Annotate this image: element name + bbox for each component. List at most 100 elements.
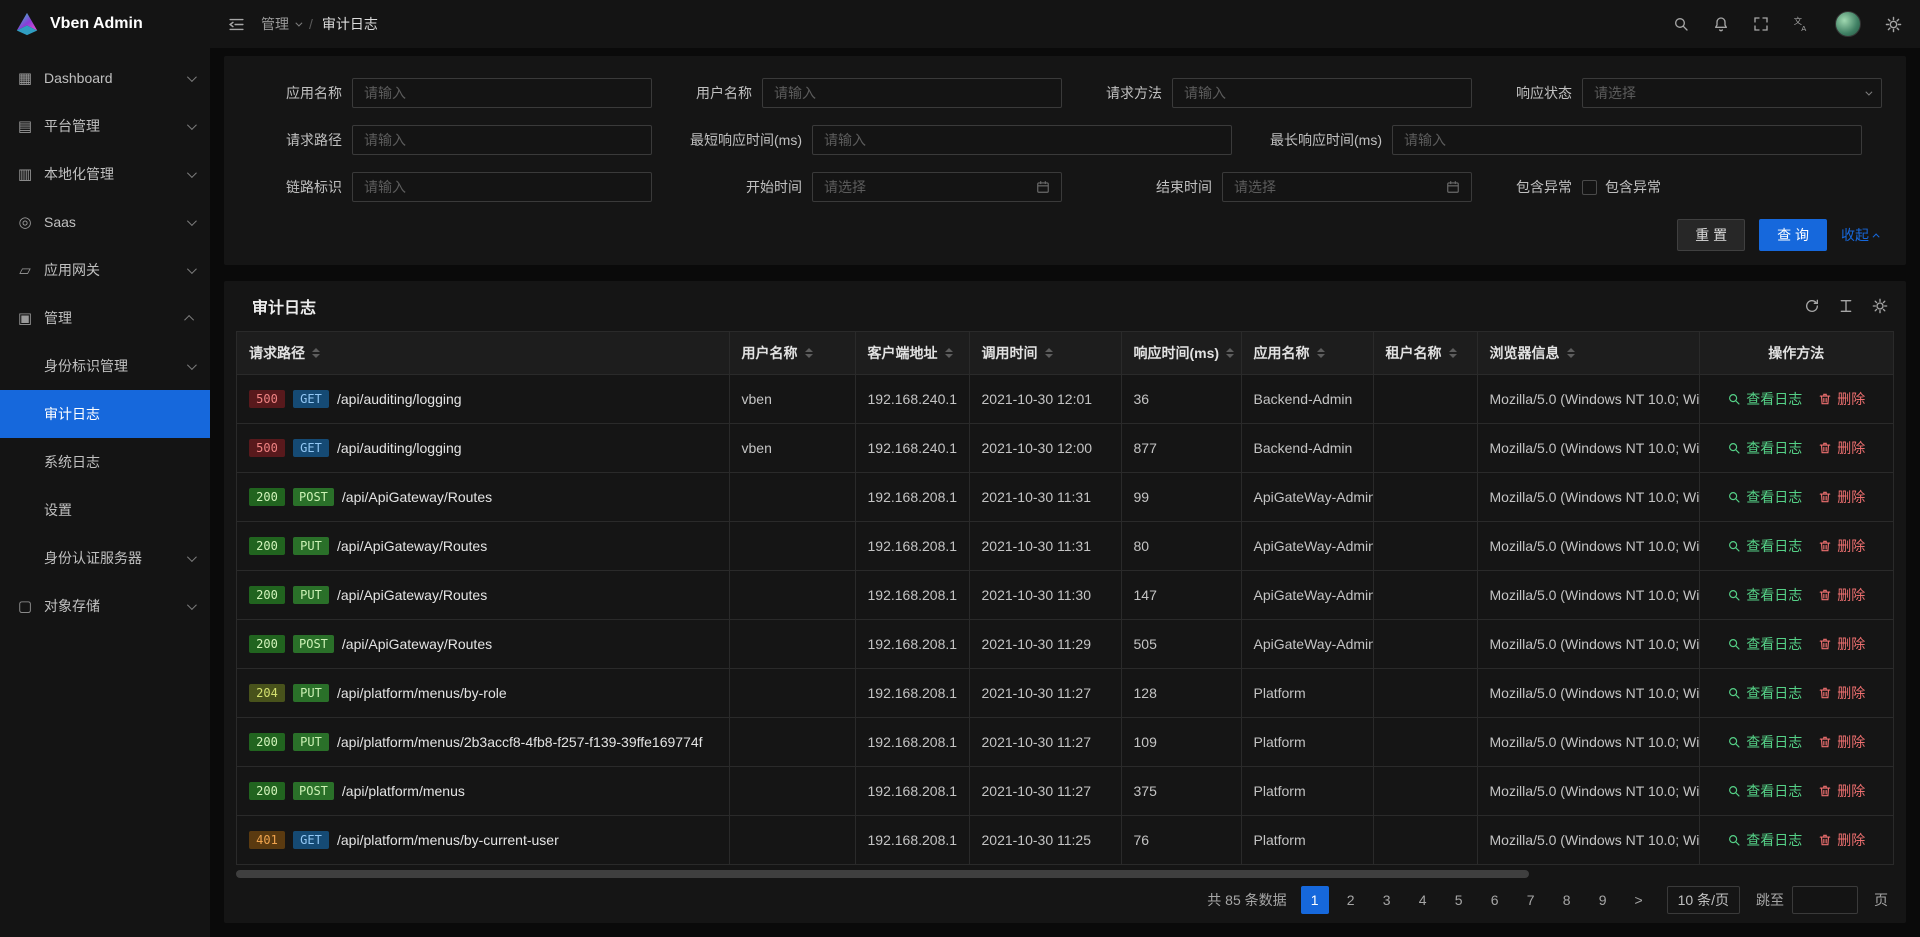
delete-link[interactable]: 删除: [1818, 781, 1865, 801]
sort-icon[interactable]: [1449, 348, 1457, 358]
page-button[interactable]: 7: [1517, 886, 1545, 914]
table-row[interactable]: 200 PUT /api/platform/menus/2b3accf8-4fb…: [237, 717, 1893, 766]
next-page-button[interactable]: >: [1625, 886, 1653, 914]
page-button[interactable]: 8: [1553, 886, 1581, 914]
table-row[interactable]: 500 GET /api/auditing/logging vben 192.1…: [237, 374, 1893, 423]
locale-switch-icon[interactable]: 文A: [1793, 15, 1811, 33]
delete-link[interactable]: 删除: [1818, 683, 1865, 703]
sidebar-item-system-log[interactable]: 系统日志: [0, 438, 210, 486]
collapse-link[interactable]: 收起: [1841, 225, 1880, 245]
column-header-path[interactable]: 请求路径: [237, 332, 729, 374]
view-log-link[interactable]: 查看日志: [1727, 830, 1802, 850]
table-row[interactable]: 401 GET /api/platform/menus/by-current-u…: [237, 815, 1893, 864]
column-settings-gear-icon[interactable]: [1872, 298, 1888, 314]
sidebar-item-localization[interactable]: ▥ 本地化管理: [0, 150, 210, 198]
search-icon[interactable]: [1673, 16, 1689, 32]
page-button[interactable]: 4: [1409, 886, 1437, 914]
trace-id-input[interactable]: [352, 172, 652, 202]
page-button[interactable]: 9: [1589, 886, 1617, 914]
table-row[interactable]: 204 PUT /api/platform/menus/by-role 192.…: [237, 668, 1893, 717]
table-row[interactable]: 200 PUT /api/ApiGateway/Routes 192.168.2…: [237, 521, 1893, 570]
start-time-picker[interactable]: 请选择: [812, 172, 1062, 202]
page-button[interactable]: 2: [1337, 886, 1365, 914]
delete-link[interactable]: 删除: [1818, 389, 1865, 409]
sort-icon[interactable]: [1226, 348, 1234, 358]
sort-icon[interactable]: [805, 348, 813, 358]
column-header-client-ip[interactable]: 客户端地址: [855, 332, 969, 374]
method-input[interactable]: [1172, 78, 1472, 108]
sidebar-item-dashboard[interactable]: ▦ Dashboard: [0, 54, 210, 102]
sort-icon[interactable]: [945, 348, 953, 358]
sidebar-item-admin[interactable]: ▣ 管理: [0, 294, 210, 342]
column-header-app[interactable]: 应用名称: [1241, 332, 1373, 374]
logo[interactable]: Vben Admin: [0, 0, 210, 48]
menu-fold-icon[interactable]: [228, 16, 245, 33]
sidebar-item-object-storage[interactable]: ▢ 对象存储: [0, 582, 210, 630]
table-row[interactable]: 200 POST /api/platform/menus 192.168.208…: [237, 766, 1893, 815]
sidebar-item-identity[interactable]: 身份标识管理: [0, 342, 210, 390]
view-log-link[interactable]: 查看日志: [1727, 487, 1802, 507]
status-select-placeholder: 请选择: [1594, 83, 1865, 103]
view-log-link[interactable]: 查看日志: [1727, 585, 1802, 605]
delete-link[interactable]: 删除: [1818, 732, 1865, 752]
view-log-link[interactable]: 查看日志: [1727, 732, 1802, 752]
view-log-link[interactable]: 查看日志: [1727, 536, 1802, 556]
sidebar-item-auth-server[interactable]: 身份认证服务器: [0, 534, 210, 582]
query-button[interactable]: 查 询: [1759, 219, 1827, 251]
cell-tenant: [1373, 423, 1477, 472]
page-size-select[interactable]: 10 条/页: [1667, 886, 1740, 914]
page-button[interactable]: 1: [1301, 886, 1329, 914]
sort-icon[interactable]: [312, 348, 320, 358]
view-log-link[interactable]: 查看日志: [1727, 634, 1802, 654]
breadcrumb-parent[interactable]: 管理: [261, 14, 300, 34]
delete-link[interactable]: 删除: [1818, 830, 1865, 850]
path-input[interactable]: [352, 125, 652, 155]
sidebar-item-gateway[interactable]: ▱ 应用网关: [0, 246, 210, 294]
column-header-time[interactable]: 调用时间: [969, 332, 1121, 374]
sidebar-item-audit-log[interactable]: 审计日志: [0, 390, 210, 438]
app-name-input[interactable]: [352, 78, 652, 108]
table-row[interactable]: 200 POST /api/ApiGateway/Routes 192.168.…: [237, 619, 1893, 668]
sidebar-item-saas[interactable]: ◎ Saas: [0, 198, 210, 246]
page-button[interactable]: 5: [1445, 886, 1473, 914]
delete-link[interactable]: 删除: [1818, 438, 1865, 458]
user-name-input[interactable]: [762, 78, 1062, 108]
sort-icon[interactable]: [1317, 348, 1325, 358]
page-button[interactable]: 6: [1481, 886, 1509, 914]
sidebar-item-platform[interactable]: ▤ 平台管理: [0, 102, 210, 150]
view-log-link[interactable]: 查看日志: [1727, 781, 1802, 801]
delete-link[interactable]: 删除: [1818, 487, 1865, 507]
exception-checkbox[interactable]: [1582, 180, 1597, 195]
max-time-input[interactable]: [1392, 125, 1862, 155]
column-header-duration[interactable]: 响应时间(ms): [1121, 332, 1241, 374]
user-avatar[interactable]: [1835, 11, 1861, 37]
notification-bell-icon[interactable]: [1713, 16, 1729, 32]
column-header-tenant[interactable]: 租户名称: [1373, 332, 1477, 374]
page-button[interactable]: 3: [1373, 886, 1401, 914]
view-log-link[interactable]: 查看日志: [1727, 389, 1802, 409]
table-row[interactable]: 200 POST /api/ApiGateway/Routes 192.168.…: [237, 472, 1893, 521]
sort-icon[interactable]: [1045, 348, 1053, 358]
delete-link[interactable]: 删除: [1818, 536, 1865, 556]
status-select[interactable]: 请选择: [1582, 78, 1882, 108]
column-header-user[interactable]: 用户名称: [729, 332, 855, 374]
row-height-icon[interactable]: [1838, 298, 1854, 314]
delete-link[interactable]: 删除: [1818, 634, 1865, 654]
jump-page-input[interactable]: [1792, 886, 1858, 914]
reset-button[interactable]: 重 置: [1677, 219, 1745, 251]
view-log-link[interactable]: 查看日志: [1727, 683, 1802, 703]
sidebar-item-settings[interactable]: 设置: [0, 486, 210, 534]
view-log-link[interactable]: 查看日志: [1727, 438, 1802, 458]
end-time-picker[interactable]: 请选择: [1222, 172, 1472, 202]
column-header-browser[interactable]: 浏览器信息: [1477, 332, 1699, 374]
sort-icon[interactable]: [1567, 348, 1575, 358]
filter-field-method: 请求方法: [1072, 78, 1472, 108]
table-row[interactable]: 200 PUT /api/ApiGateway/Routes 192.168.2…: [237, 570, 1893, 619]
scrollbar-thumb[interactable]: [236, 870, 1529, 878]
settings-gear-icon[interactable]: [1885, 16, 1902, 33]
min-time-input[interactable]: [812, 125, 1232, 155]
delete-link[interactable]: 删除: [1818, 585, 1865, 605]
fullscreen-icon[interactable]: [1753, 16, 1769, 32]
refresh-icon[interactable]: [1804, 298, 1820, 314]
table-row[interactable]: 500 GET /api/auditing/logging vben 192.1…: [237, 423, 1893, 472]
